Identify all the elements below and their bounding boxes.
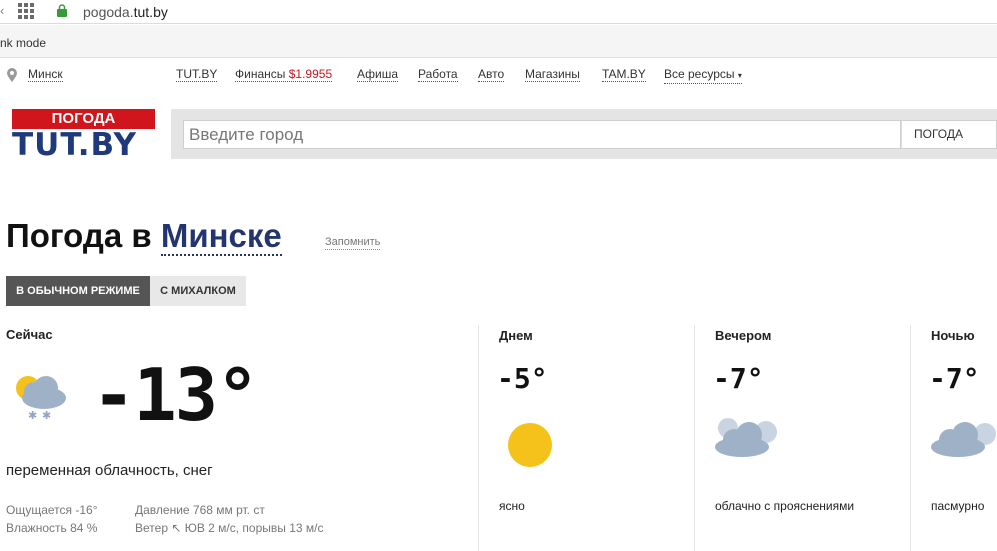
browser-address-bar: ‹ pogoda.tut.by xyxy=(0,0,997,24)
current-temperature: -13° xyxy=(92,353,259,437)
period-desc-day: ясно xyxy=(499,499,525,513)
page-title: Погода в Минске xyxy=(6,217,282,256)
city-name-link[interactable]: Минске xyxy=(160,217,282,256)
remember-city-link[interactable]: Запомнить xyxy=(325,236,381,250)
period-temp-evening: -7° xyxy=(713,362,764,395)
search-bar: Введите город ПОГОДА xyxy=(171,109,997,159)
humidity: Влажность 84 % xyxy=(6,521,98,535)
top-navigation: Минск TUT.BY Финансы $1.9955 Афиша Работ… xyxy=(0,59,997,91)
svg-text:✱: ✱ xyxy=(28,409,37,422)
cloud-sun-snow-icon: ✱ ✱ xyxy=(16,376,66,422)
sun-icon xyxy=(508,423,552,467)
nav-city-link[interactable]: Минск xyxy=(28,67,63,82)
currency-rate: $1.9955 xyxy=(288,67,333,81)
wind: Ветер ↖ ЮВ 2 м/с, порывы 13 м/с xyxy=(135,521,324,535)
site-logo[interactable]: ПОГОДА TUT.BY xyxy=(12,109,155,161)
bookmark-item[interactable]: nk mode xyxy=(0,36,46,50)
logo-pogoda: ПОГОДА xyxy=(12,109,155,129)
apps-grid-icon[interactable] xyxy=(18,3,34,19)
nav-afisha[interactable]: Афиша xyxy=(357,67,399,82)
caret-down-icon: ▾ xyxy=(737,71,742,80)
column-divider xyxy=(694,325,695,551)
svg-text:✱: ✱ xyxy=(42,409,51,422)
nav-finance[interactable]: Финансы $1.9955 xyxy=(235,67,333,82)
column-divider xyxy=(478,325,479,551)
nav-tutby[interactable]: TUT.BY xyxy=(176,67,218,82)
now-label: Сейчас xyxy=(6,327,53,342)
current-description: переменная облачность, снег xyxy=(6,462,213,479)
period-desc-night: пасмурно xyxy=(931,499,985,513)
pressure: Давление 768 мм рт. ст xyxy=(135,503,265,517)
period-temp-night: -7° xyxy=(929,362,980,395)
feels-like: Ощущается -16° xyxy=(6,503,98,517)
logo-tutby: TUT.BY xyxy=(12,127,137,163)
mode-mikhalok-button[interactable]: С МИХАЛКОМ xyxy=(150,276,246,306)
lock-icon xyxy=(57,4,67,17)
nav-magaziny[interactable]: Магазины xyxy=(525,67,580,82)
cloud-moon-icon xyxy=(715,418,777,457)
period-label-night: Ночью xyxy=(931,328,975,343)
mode-normal-button[interactable]: В ОБЫЧНОМ РЕЖИМЕ xyxy=(6,276,150,306)
city-search-input[interactable]: Введите город xyxy=(183,120,901,149)
nav-tamby[interactable]: TAM.BY xyxy=(602,67,646,82)
period-temp-day: -5° xyxy=(497,362,548,395)
column-divider xyxy=(910,325,911,551)
bookmarks-bar: nk mode xyxy=(0,25,997,58)
period-label-day: Днем xyxy=(499,328,533,343)
url-field[interactable]: pogoda.tut.by xyxy=(83,3,168,21)
nav-all-resources[interactable]: Все ресурсы ▾ xyxy=(664,67,742,84)
period-desc-evening: облачно с прояснениями xyxy=(715,499,855,513)
nav-rabota[interactable]: Работа xyxy=(418,67,458,82)
clouds-icon xyxy=(931,422,996,457)
back-arrow-icon[interactable]: ‹ xyxy=(0,3,6,19)
location-pin-icon xyxy=(7,68,17,82)
nav-avto[interactable]: Авто xyxy=(478,67,505,82)
period-label-evening: Вечером xyxy=(715,328,772,343)
search-category-select[interactable]: ПОГОДА xyxy=(901,120,997,149)
